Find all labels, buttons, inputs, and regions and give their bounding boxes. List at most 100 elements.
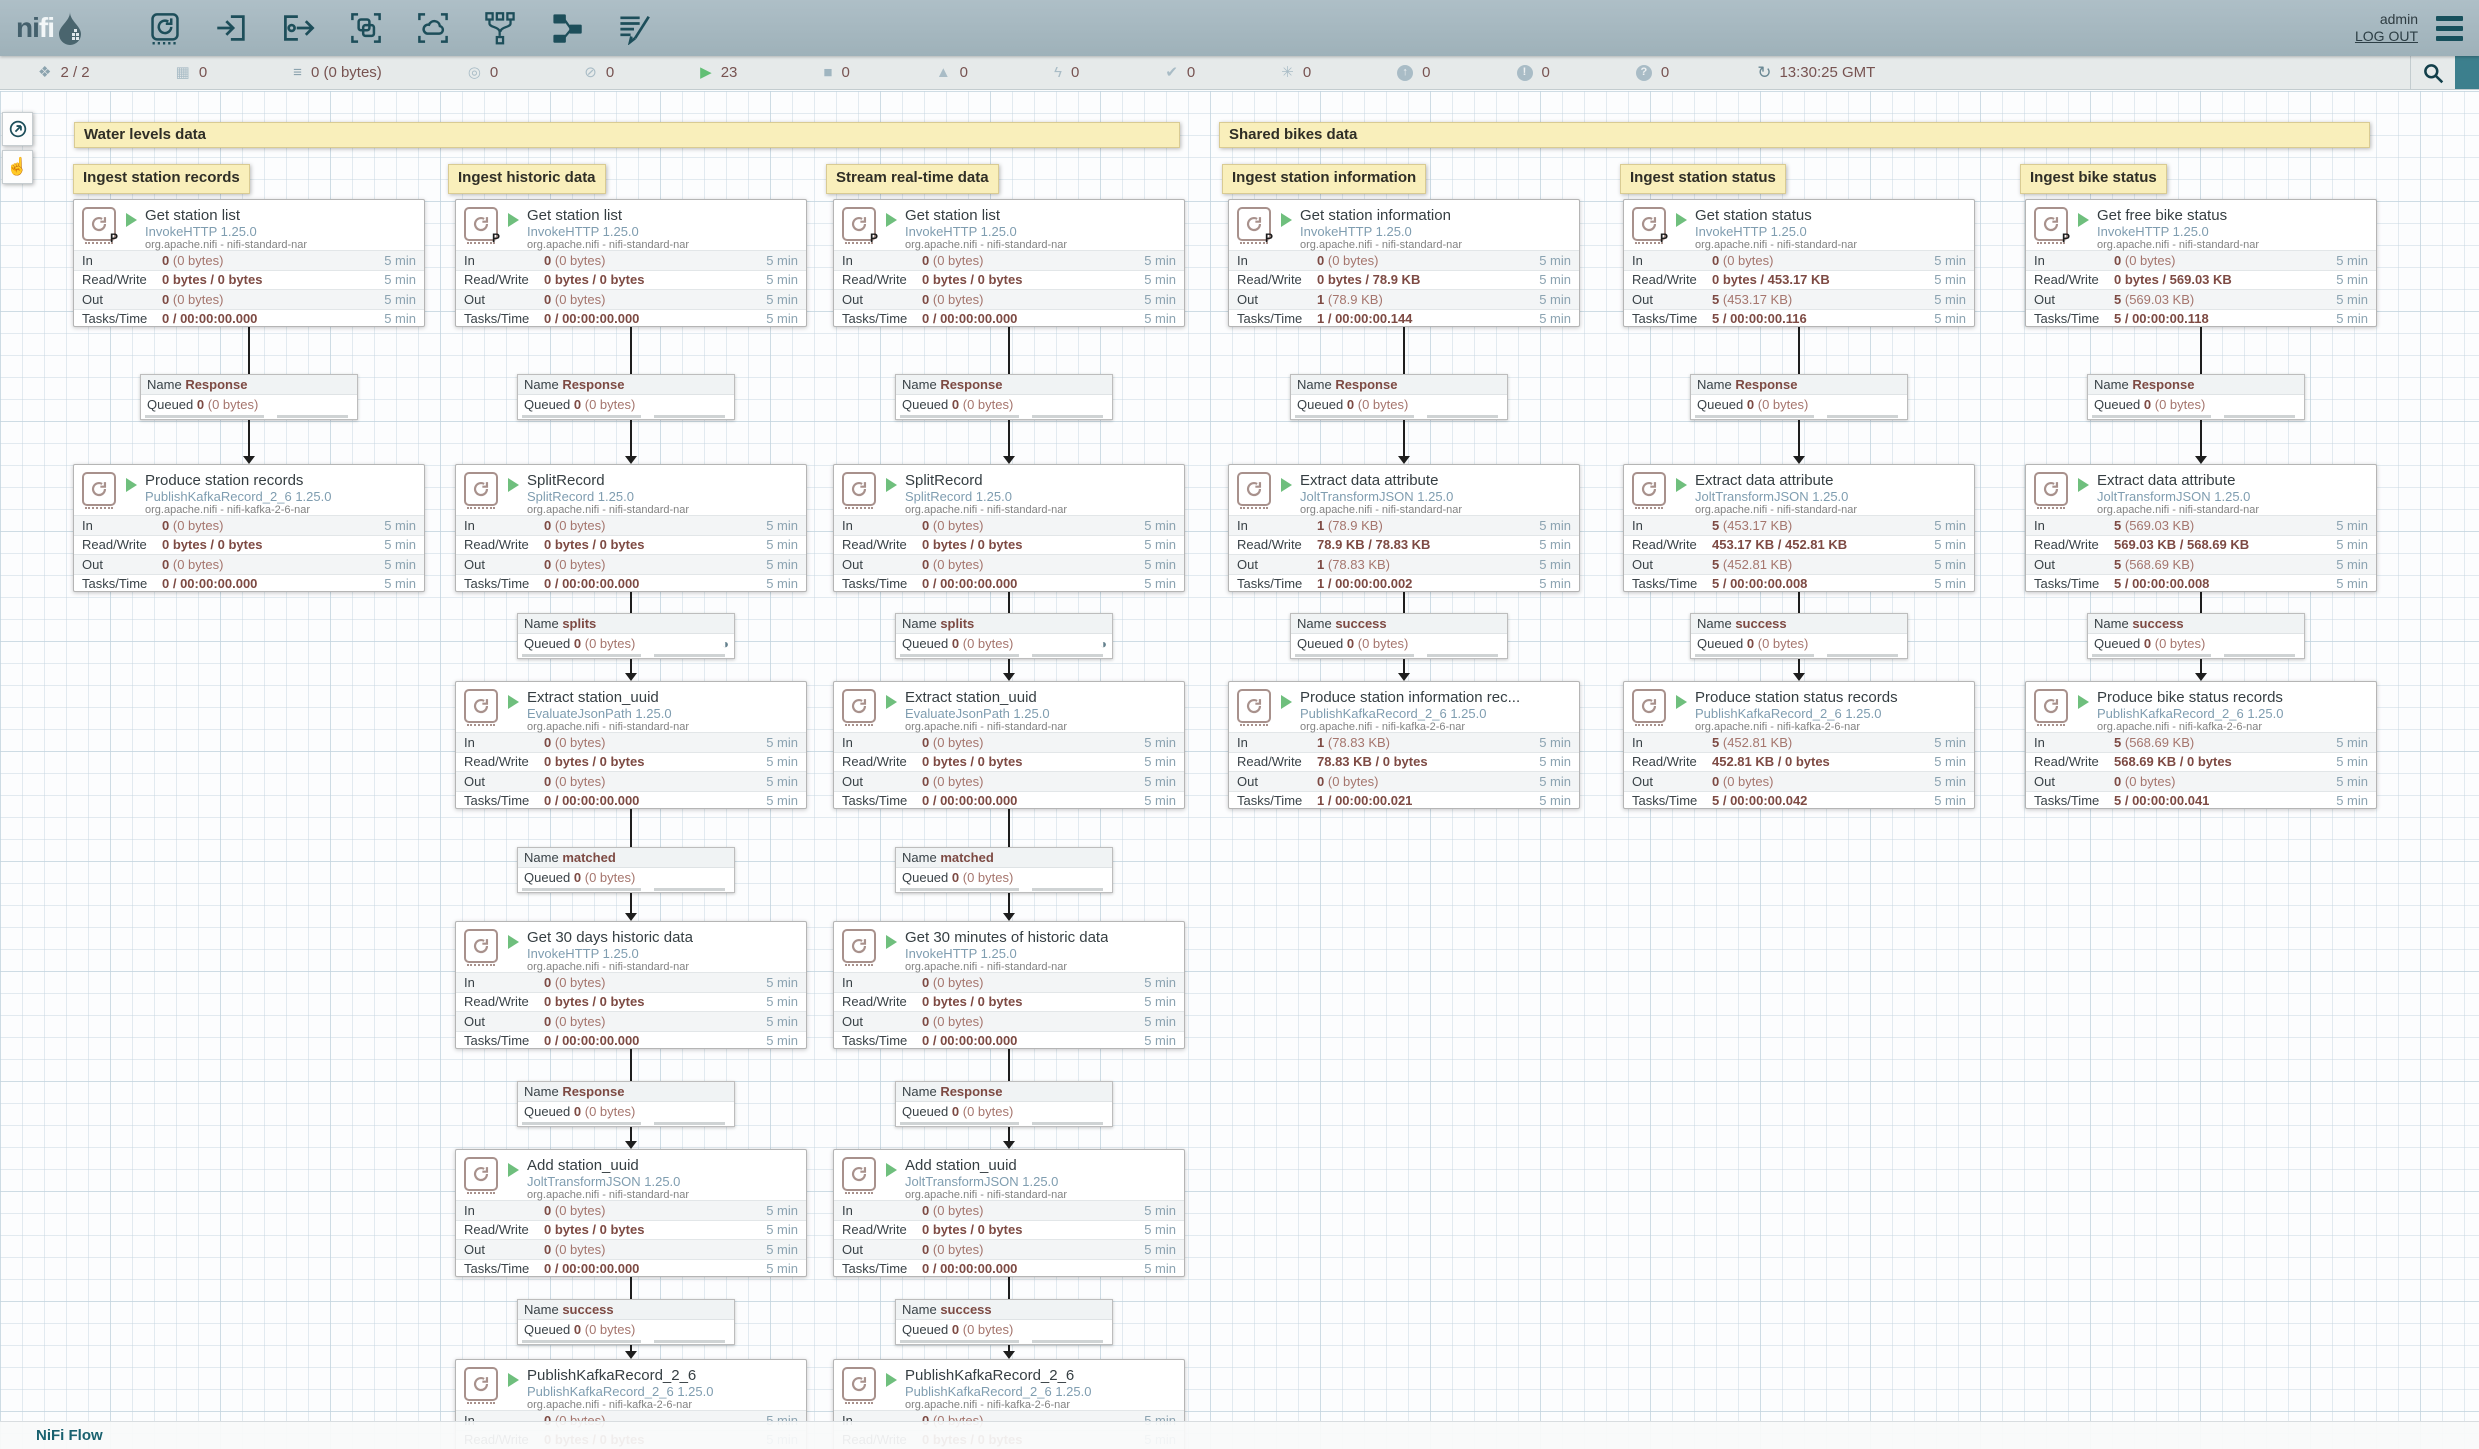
- processor-node[interactable]: SplitRecord SplitRecord 1.25.0 org.apach…: [833, 464, 1185, 592]
- processor-type: InvokeHTTP 1.25.0: [145, 224, 307, 239]
- funnel-icon[interactable]: [483, 11, 517, 45]
- processor-type: InvokeHTTP 1.25.0: [905, 946, 1108, 961]
- processor-node[interactable]: SplitRecord SplitRecord 1.25.0 org.apach…: [455, 464, 807, 592]
- birdseye-button[interactable]: [2, 112, 33, 146]
- operate-hand-button[interactable]: ☝: [2, 150, 33, 184]
- connection-label[interactable]: Name Response Queued 0 (0 bytes): [1290, 374, 1508, 420]
- connection-label[interactable]: Name Response Queued 0 (0 bytes): [895, 1081, 1113, 1127]
- load-balance-icon: ◑: [1100, 637, 1107, 651]
- template-icon[interactable]: [550, 11, 584, 45]
- status-counter-value: 0: [490, 64, 498, 81]
- processor-node[interactable]: Get 30 days historic data InvokeHTTP 1.2…: [455, 921, 807, 1049]
- section-label[interactable]: Ingest station status: [1620, 164, 1786, 194]
- stat-row-in: In 1 (78.83 KB) 5 min: [1229, 732, 1579, 752]
- stat-row-out: Out 0 (0 bytes) 5 min: [834, 289, 1184, 309]
- connection-label[interactable]: Name matched Queued 0 (0 bytes): [895, 847, 1113, 893]
- refresh-icon[interactable]: ↻: [1757, 63, 1771, 83]
- output-port-icon[interactable]: [282, 11, 316, 45]
- processor-node[interactable]: Extract station_uuid EvaluateJsonPath 1.…: [833, 681, 1185, 809]
- footer-bar: NiFi Flow: [0, 1421, 2479, 1449]
- queued-count: 0: [952, 636, 959, 651]
- connection-label[interactable]: Name Response Queued 0 (0 bytes): [895, 374, 1113, 420]
- processor-node[interactable]: P Get station list InvokeHTTP 1.25.0 org…: [73, 199, 425, 327]
- connection-label[interactable]: Name success Queued 0 (0 bytes): [517, 1299, 735, 1345]
- section-label[interactable]: Ingest historic data: [448, 164, 606, 194]
- connection-name-label: Name: [1297, 616, 1332, 631]
- connection-label[interactable]: Name Response Queued 0 (0 bytes): [1690, 374, 1908, 420]
- transmitting-icon: ◎: [468, 65, 481, 80]
- connection-label[interactable]: Name Response Queued 0 (0 bytes): [517, 374, 735, 420]
- processor-node[interactable]: Add station_uuid JoltTransformJSON 1.25.…: [455, 1149, 807, 1277]
- processor-node[interactable]: Produce station information rec... Publi…: [1228, 681, 1580, 809]
- connection-queued-label: Queued: [147, 397, 193, 412]
- processor-node[interactable]: Produce station status records PublishKa…: [1623, 681, 1975, 809]
- connection-label[interactable]: Name success Queued 0 (0 bytes): [1690, 613, 1908, 659]
- stat-row-in: In 0 (0 bytes) 5 min: [456, 1200, 806, 1220]
- connection-name-label: Name: [147, 377, 182, 392]
- status-counter-not-transmitting: ⊘ 0: [584, 64, 614, 81]
- connection-name-value: matched: [562, 850, 615, 865]
- group-label[interactable]: Shared bikes data: [1219, 122, 2370, 148]
- connection-label[interactable]: Name Response Queued 0 (0 bytes): [2087, 374, 2305, 420]
- processor-node[interactable]: P Get station information InvokeHTTP 1.2…: [1228, 199, 1580, 327]
- primary-node-badge: P: [492, 231, 500, 245]
- processor-node[interactable]: Add station_uuid JoltTransformJSON 1.25.…: [833, 1149, 1185, 1277]
- search-icon[interactable]: [2411, 56, 2455, 89]
- stat-row-out: Out 0 (0 bytes) 5 min: [2026, 771, 2376, 791]
- connection-queued-label: Queued: [902, 397, 948, 412]
- global-menu-icon[interactable]: [2432, 12, 2467, 45]
- stat-row-read-write: Read/Write 0 bytes / 0 bytes 5 min: [834, 992, 1184, 1012]
- connection-queued-label: Queued: [524, 636, 570, 651]
- processor-node[interactable]: Extract data attribute JoltTransformJSON…: [1623, 464, 1975, 592]
- logout-link[interactable]: LOG OUT: [2355, 28, 2418, 45]
- processor-node[interactable]: Extract station_uuid EvaluateJsonPath 1.…: [455, 681, 807, 809]
- processor-node[interactable]: Produce station records PublishKafkaReco…: [73, 464, 425, 592]
- label-icon[interactable]: [617, 11, 651, 45]
- processor-node[interactable]: P Get free bike status InvokeHTTP 1.25.0…: [2025, 199, 2377, 327]
- processor-node[interactable]: Extract data attribute JoltTransformJSON…: [2025, 464, 2377, 592]
- connection-label[interactable]: Name splits Queued 0 (0 bytes)◑: [517, 613, 735, 659]
- connection-queued-label: Queued: [1697, 636, 1743, 651]
- running-status-icon: [886, 478, 897, 492]
- connection-label[interactable]: Name success Queued 0 (0 bytes): [1290, 613, 1508, 659]
- queued-count: 0: [952, 1322, 959, 1337]
- connection-label[interactable]: Name success Queued 0 (0 bytes): [2087, 613, 2305, 659]
- processor-name: Produce bike status records: [2097, 689, 2283, 706]
- processor-node[interactable]: Extract data attribute JoltTransformJSON…: [1228, 464, 1580, 592]
- processor-node[interactable]: Produce bike status records PublishKafka…: [2025, 681, 2377, 809]
- queued-size: (0 bytes): [2155, 636, 2206, 651]
- section-label[interactable]: Stream real-time data: [826, 164, 999, 194]
- processor-bundle: org.apache.nifi - nifi-standard-nar: [905, 239, 1067, 252]
- remote-process-group-icon[interactable]: [416, 11, 450, 45]
- queue-usage-bars: [896, 653, 1112, 658]
- connection-label[interactable]: Name splits Queued 0 (0 bytes)◑: [895, 613, 1113, 659]
- connection-label[interactable]: Name matched Queued 0 (0 bytes): [517, 847, 735, 893]
- section-label[interactable]: Ingest station information: [1222, 164, 1426, 194]
- processor-node[interactable]: P Get station list InvokeHTTP 1.25.0 org…: [455, 199, 807, 327]
- logo-text-ni: ni: [16, 12, 39, 44]
- corner-button[interactable]: [2455, 56, 2479, 89]
- connection-label[interactable]: Name Response Queued 0 (0 bytes): [140, 374, 358, 420]
- processor-node[interactable]: P Get station list InvokeHTTP 1.25.0 org…: [833, 199, 1185, 327]
- process-group-icon[interactable]: [349, 11, 383, 45]
- stat-row-read-write: Read/Write 452.81 KB / 0 bytes 5 min: [1624, 752, 1974, 772]
- connection-name-value: Response: [2132, 377, 2194, 392]
- breadcrumb[interactable]: NiFi Flow: [36, 1427, 103, 1444]
- stat-row-in: In 0 (0 bytes) 5 min: [456, 732, 806, 752]
- section-label[interactable]: Ingest station records: [73, 164, 250, 194]
- processor-node[interactable]: Get 30 minutes of historic data InvokeHT…: [833, 921, 1185, 1049]
- flow-canvas[interactable]: Water levels data Shared bikes data Inge…: [0, 91, 2479, 1449]
- connection-name-value: success: [1335, 616, 1386, 631]
- connection-label[interactable]: Name success Queued 0 (0 bytes): [895, 1299, 1113, 1345]
- connection-label[interactable]: Name Response Queued 0 (0 bytes): [517, 1081, 735, 1127]
- processor-icon[interactable]: [148, 11, 182, 45]
- processor-type: JoltTransformJSON 1.25.0: [1695, 489, 1857, 504]
- queued-count: 0: [1747, 636, 1754, 651]
- section-label[interactable]: Ingest bike status: [2020, 164, 2167, 194]
- processor-name: Get free bike status: [2097, 207, 2259, 224]
- processor-bundle: org.apache.nifi - nifi-standard-nar: [905, 961, 1108, 974]
- group-label[interactable]: Water levels data: [74, 122, 1180, 148]
- connection-arrow-icon: [1793, 673, 1805, 681]
- processor-node[interactable]: P Get station status InvokeHTTP 1.25.0 o…: [1623, 199, 1975, 327]
- input-port-icon[interactable]: [215, 11, 249, 45]
